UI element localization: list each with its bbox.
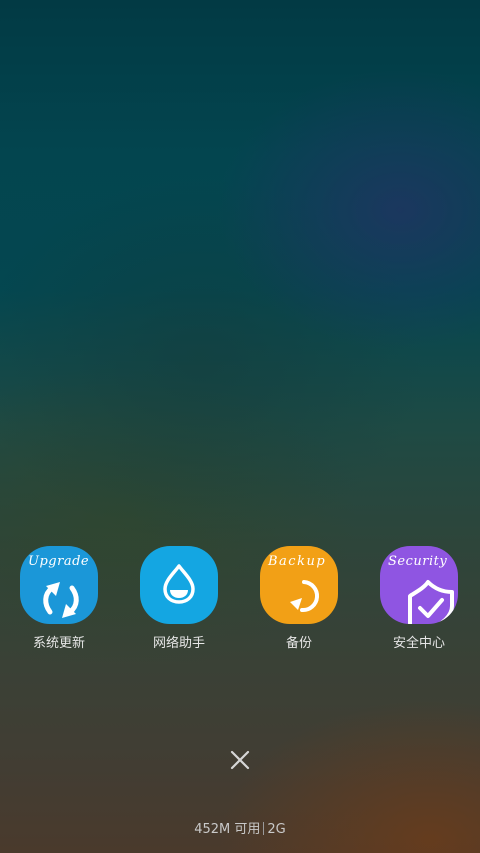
network-assistant-tile[interactable] [140,546,218,624]
app-label: 系统更新 [32,636,85,651]
recent-apps-screen: Upgrade 系统更新 网络助手 Backup 备份 Security 安全中… [0,0,480,853]
app-shortcut-row: Upgrade 系统更新 网络助手 Backup 备份 Security 安全中… [0,546,480,656]
security-center-tile[interactable]: Security [380,546,458,624]
app-system-update[interactable]: Upgrade 系统更新 [4,546,114,656]
app-label: 网络助手 [152,636,205,651]
app-network-assistant[interactable]: 网络助手 [124,546,234,656]
close-recents-button[interactable] [224,744,256,776]
memory-total-value: 2G [267,822,286,837]
app-label: 安全中心 [392,636,445,651]
memory-free-value: 452M [194,822,231,837]
app-backup[interactable]: Backup 备份 [244,546,354,656]
memory-free-label: 可用 [234,822,261,837]
backup-tile[interactable]: Backup [260,546,338,624]
memory-status: 452M 可用 2G [0,818,480,837]
upgrade-tile-text: Upgrade [28,554,90,569]
system-update-tile[interactable]: Upgrade [20,546,98,624]
app-security-center[interactable]: Security 安全中心 [364,546,474,656]
security-tile-text: Security [388,554,448,569]
backup-tile-text: Backup [268,554,327,569]
memory-divider [263,822,265,835]
water-drop-icon [163,564,195,604]
app-label: 备份 [285,636,312,651]
close-icon [230,750,250,770]
